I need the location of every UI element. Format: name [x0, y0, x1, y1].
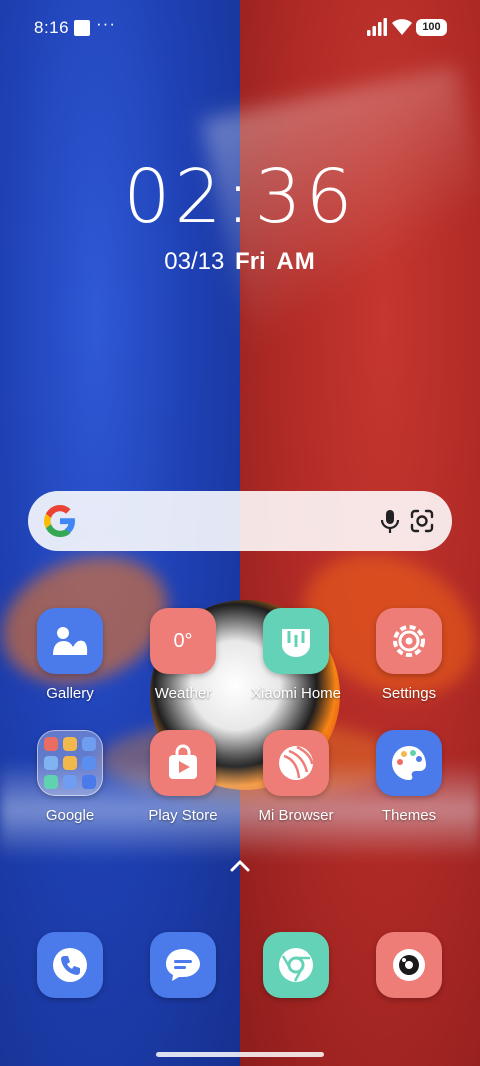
themes-palette-icon: [376, 730, 442, 796]
phone-icon: [37, 932, 103, 998]
app-label: Settings: [381, 685, 437, 702]
app-themes[interactable]: Themes: [354, 730, 464, 824]
app-label: Play Store: [148, 807, 218, 824]
app-weather[interactable]: 0° Weather: [128, 608, 238, 702]
clock-widget-time[interactable]: 02:36: [0, 160, 480, 234]
gear-icon: [376, 608, 442, 674]
weather-icon: 0°: [150, 608, 216, 674]
play-store-icon: [150, 730, 216, 796]
dock-chrome[interactable]: [241, 932, 351, 998]
dock-messages[interactable]: [128, 932, 238, 998]
weather-temperature: 0°: [173, 629, 193, 652]
dock-phone[interactable]: [15, 932, 125, 998]
app-gallery[interactable]: Gallery: [15, 608, 125, 702]
mic-icon[interactable]: [376, 507, 404, 535]
status-bar: 8:16 ··· 100: [0, 0, 480, 56]
gesture-nav-bar[interactable]: [156, 1052, 324, 1057]
app-label: Weather: [154, 685, 212, 702]
battery-icon: 100: [416, 19, 447, 36]
app-settings[interactable]: Settings: [354, 608, 464, 702]
google-folder-icon: [37, 730, 103, 796]
mi-browser-icon: [263, 730, 329, 796]
google-search-bar[interactable]: [28, 491, 452, 551]
app-xiaomi-home[interactable]: Xiaomi Home: [241, 608, 351, 702]
notification-square-icon: [74, 20, 90, 36]
clock-widget-date[interactable]: 03/13 Fri AM: [0, 248, 480, 276]
app-mi-browser[interactable]: Mi Browser: [241, 730, 351, 824]
status-time: 8:16: [34, 18, 70, 37]
dock-camera[interactable]: [354, 932, 464, 998]
date-text: 03/13: [164, 248, 225, 275]
app-label: Mi Browser: [258, 807, 334, 824]
xiaomi-home-icon: [263, 608, 329, 674]
weekday-text: Fri: [235, 248, 266, 275]
app-label: Themes: [381, 807, 437, 824]
wifi-icon: [392, 19, 412, 35]
app-label: Gallery: [46, 685, 94, 702]
chrome-icon: [263, 932, 329, 998]
more-notifications-icon: ···: [96, 14, 116, 33]
app-label: Xiaomi Home: [250, 685, 342, 702]
app-play-store[interactable]: Play Store: [128, 730, 238, 824]
camera-icon: [376, 932, 442, 998]
google-g-icon: [44, 505, 75, 537]
messages-icon: [150, 932, 216, 998]
ampm-text: AM: [276, 248, 316, 275]
gallery-icon: [37, 608, 103, 674]
app-label: Google: [45, 807, 95, 824]
signal-strength-icon: [367, 18, 387, 36]
app-folder-google[interactable]: Google: [15, 730, 125, 824]
app-drawer-chevron-up-icon[interactable]: [226, 856, 254, 876]
google-lens-icon[interactable]: [408, 507, 436, 535]
